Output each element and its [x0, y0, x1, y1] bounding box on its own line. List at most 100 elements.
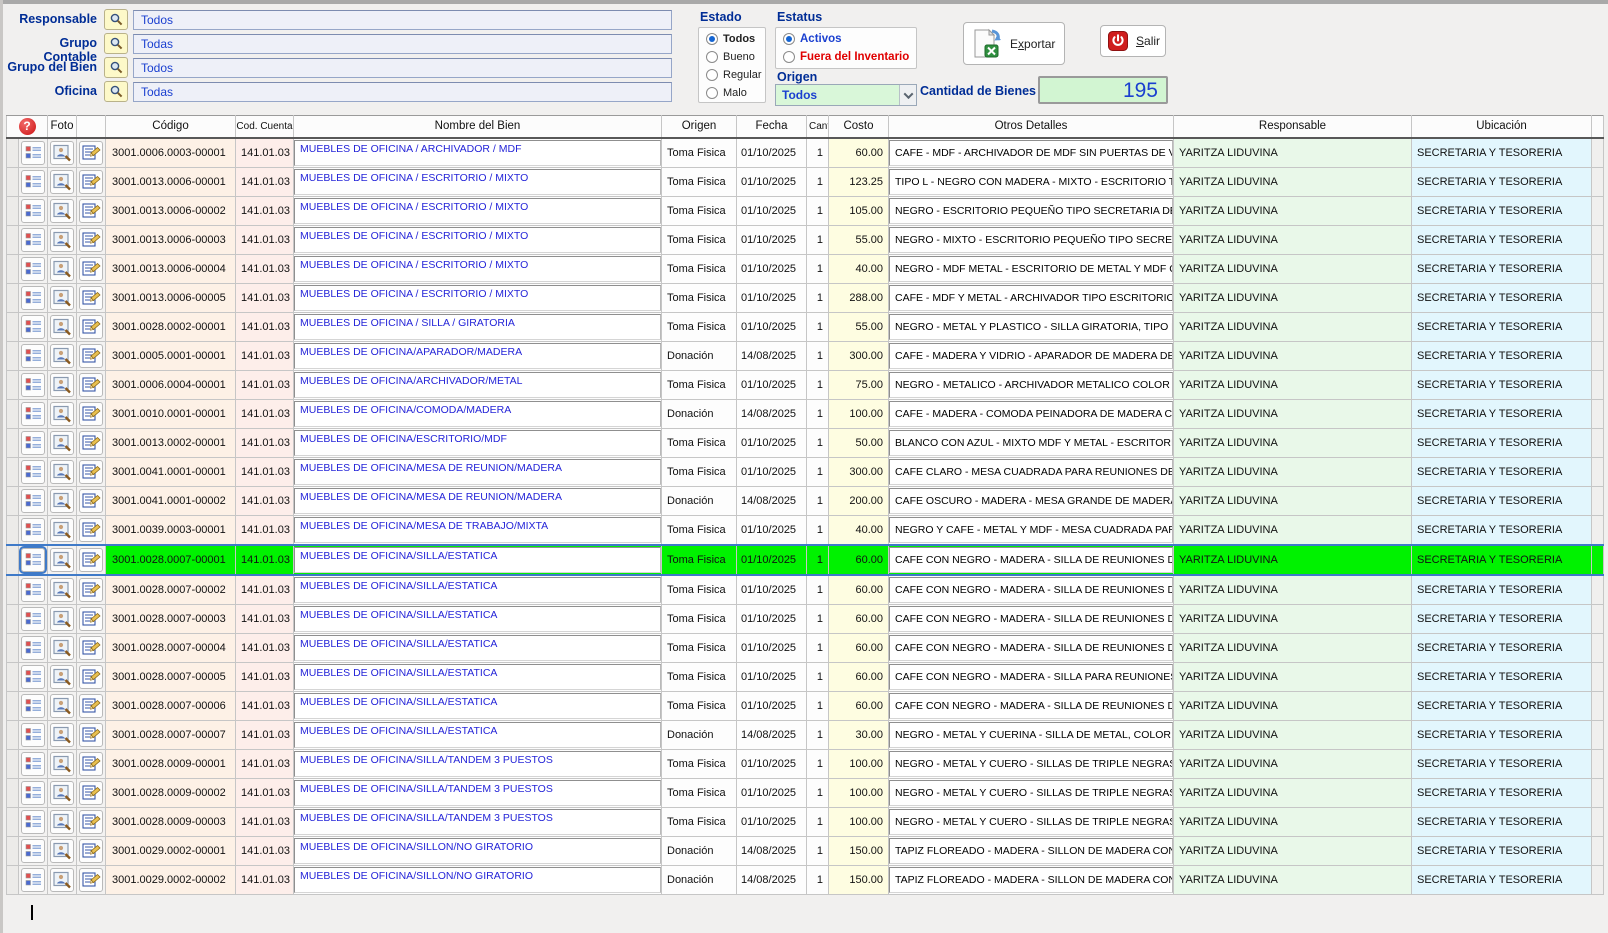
photo-button[interactable]: [50, 752, 74, 776]
nombre-cell[interactable]: MUEBLES DE OFICINA/COMODA/MADERA: [294, 399, 662, 428]
detalles-cell[interactable]: CAFE CON NEGRO - MADERA - SILLA PARA REU…: [889, 662, 1174, 691]
origen-cell[interactable]: Donación: [662, 720, 737, 749]
cant-cell[interactable]: 1: [807, 515, 829, 545]
codigo-cell[interactable]: 3001.0028.0007-00001: [106, 545, 236, 575]
origen-cell[interactable]: Toma Fisica: [662, 196, 737, 225]
detalles-cell[interactable]: CAFE CON NEGRO - MADERA - SILLA DE REUNI…: [889, 633, 1174, 662]
cant-cell[interactable]: 1: [807, 457, 829, 486]
cant-cell[interactable]: 1: [807, 196, 829, 225]
responsable-cell[interactable]: YARITZA LIDUVINA: [1174, 312, 1412, 341]
edit-button[interactable]: [79, 839, 103, 863]
origen-cell[interactable]: Donación: [662, 486, 737, 515]
nombre-cell[interactable]: MUEBLES DE OFICINA/SILLA/ESTATICA: [294, 720, 662, 749]
edit-button[interactable]: [79, 636, 103, 660]
edit-button[interactable]: [79, 170, 103, 194]
fecha-cell[interactable]: 14/08/2025: [737, 399, 807, 428]
codigo-cell[interactable]: 3001.0029.0002-00002: [106, 865, 236, 894]
table-row[interactable]: 3001.0006.0004-00001 141.01.03 MUEBLES D…: [7, 370, 1604, 399]
photo-button[interactable]: [50, 228, 74, 252]
nombre-cell[interactable]: MUEBLES DE OFICINA/MESA DE TRABAJO/MIXTA: [294, 515, 662, 545]
table-row[interactable]: 3001.0028.0007-00002 141.01.03 MUEBLES D…: [7, 575, 1604, 605]
codigo-cell[interactable]: 3001.0006.0003-00001: [106, 138, 236, 168]
photo-button[interactable]: [50, 548, 74, 572]
nombre-cell[interactable]: MUEBLES DE OFICINA/SILLA/TANDEM 3 PUESTO…: [294, 807, 662, 836]
responsable-cell[interactable]: YARITZA LIDUVINA: [1174, 283, 1412, 312]
photo-button[interactable]: [50, 373, 74, 397]
responsable-cell[interactable]: YARITZA LIDUVINA: [1174, 341, 1412, 370]
ubicacion-cell[interactable]: SECRETARIA Y TESORERIA: [1412, 341, 1592, 370]
responsable-cell[interactable]: YARITZA LIDUVINA: [1174, 691, 1412, 720]
nombre-cell[interactable]: MUEBLES DE OFICINA / ESCRITORIO / MIXTO: [294, 283, 662, 312]
origen-cell[interactable]: Toma Fisica: [662, 428, 737, 457]
costo-header[interactable]: Costo: [829, 116, 889, 138]
details-button[interactable]: [21, 781, 45, 805]
ubicacion-cell[interactable]: SECRETARIA Y TESORERIA: [1412, 457, 1592, 486]
detalles-cell[interactable]: CAFE - MADERA Y VIDRIO - APARADOR DE MAD…: [889, 341, 1174, 370]
photo-button[interactable]: [50, 839, 74, 863]
costo-cell[interactable]: 150.00: [829, 865, 889, 894]
codigo-cell[interactable]: 3001.0013.0006-00003: [106, 225, 236, 254]
oficina-field[interactable]: Todas: [133, 82, 672, 102]
detalles-cell[interactable]: NEGRO - METAL Y CUERO - SILLAS DE TRIPLE…: [889, 778, 1174, 807]
responsable-cell[interactable]: YARITZA LIDUVINA: [1174, 662, 1412, 691]
photo-button[interactable]: [50, 199, 74, 223]
codigo-cell[interactable]: 3001.0028.0009-00001: [106, 749, 236, 778]
cant-header[interactable]: Cant: [807, 116, 829, 138]
ubicacion-cell[interactable]: SECRETARIA Y TESORERIA: [1412, 167, 1592, 196]
cuenta-cell[interactable]: 141.01.03: [236, 720, 294, 749]
photo-button[interactable]: [50, 460, 74, 484]
ubicacion-cell[interactable]: SECRETARIA Y TESORERIA: [1412, 604, 1592, 633]
costo-cell[interactable]: 60.00: [829, 545, 889, 575]
detalles-cell[interactable]: NEGRO - METALICO - ARCHIVADOR METALICO C…: [889, 370, 1174, 399]
edit-button[interactable]: [79, 228, 103, 252]
edit-button[interactable]: [79, 694, 103, 718]
fecha-cell[interactable]: 01/10/2025: [737, 515, 807, 545]
origen-cell[interactable]: Toma Fisica: [662, 167, 737, 196]
edit-button[interactable]: [79, 578, 103, 602]
detalles-cell[interactable]: NEGRO - METAL Y CUERO - SILLAS DE TRIPLE…: [889, 749, 1174, 778]
cuenta-cell[interactable]: 141.01.03: [236, 633, 294, 662]
responsable-cell[interactable]: YARITZA LIDUVINA: [1174, 865, 1412, 894]
photo-button[interactable]: [50, 170, 74, 194]
details-button[interactable]: [21, 402, 45, 426]
responsable-cell[interactable]: YARITZA LIDUVINA: [1174, 515, 1412, 545]
chevron-down-icon[interactable]: [899, 85, 916, 105]
fecha-cell[interactable]: 01/10/2025: [737, 575, 807, 605]
table-row[interactable]: 3001.0010.0001-00001 141.01.03 MUEBLES D…: [7, 399, 1604, 428]
nombre-cell[interactable]: MUEBLES DE OFICINA/SILLA/TANDEM 3 PUESTO…: [294, 749, 662, 778]
cant-cell[interactable]: 1: [807, 662, 829, 691]
responsable-field[interactable]: Todos: [133, 10, 672, 30]
estado-option-todos[interactable]: Todos: [699, 30, 765, 48]
table-row[interactable]: 3001.0029.0002-00002 141.01.03 MUEBLES D…: [7, 865, 1604, 894]
salir-button[interactable]: Salir: [1100, 25, 1166, 57]
detalles-cell[interactable]: NEGRO - METAL Y CUERINA - SILLA DE METAL…: [889, 720, 1174, 749]
details-button[interactable]: [21, 868, 45, 892]
cant-cell[interactable]: 1: [807, 865, 829, 894]
table-row[interactable]: 3001.0039.0003-00001 141.01.03 MUEBLES D…: [7, 515, 1604, 545]
cuenta-cell[interactable]: 141.01.03: [236, 662, 294, 691]
details-button[interactable]: [21, 636, 45, 660]
grupo-del-bien-field[interactable]: Todos: [133, 58, 672, 78]
details-button[interactable]: [21, 170, 45, 194]
edit-button[interactable]: [79, 199, 103, 223]
nombre-cell[interactable]: MUEBLES DE OFICINA/SILLA/ESTATICA: [294, 691, 662, 720]
table-row[interactable]: 3001.0013.0006-00005 141.01.03 MUEBLES D…: [7, 283, 1604, 312]
cuenta-cell[interactable]: 141.01.03: [236, 428, 294, 457]
fecha-cell[interactable]: 01/10/2025: [737, 457, 807, 486]
edit-button[interactable]: [79, 607, 103, 631]
cant-cell[interactable]: 1: [807, 778, 829, 807]
origen-cell[interactable]: Toma Fisica: [662, 604, 737, 633]
estatus-option-fuera[interactable]: Fuera del Inventario: [776, 48, 916, 66]
edit-button[interactable]: [79, 460, 103, 484]
nombre-cell[interactable]: MUEBLES DE OFICINA / ESCRITORIO / MIXTO: [294, 225, 662, 254]
nombre-cell[interactable]: MUEBLES DE OFICINA/SILLA/ESTATICA: [294, 633, 662, 662]
details-button[interactable]: [21, 723, 45, 747]
photo-button[interactable]: [50, 286, 74, 310]
detalles-cell[interactable]: CAFE - MADERA - COMODA PEINADORA DE MADE…: [889, 399, 1174, 428]
photo-button[interactable]: [50, 810, 74, 834]
cuenta-cell[interactable]: 141.01.03: [236, 778, 294, 807]
costo-cell[interactable]: 100.00: [829, 807, 889, 836]
details-button[interactable]: [21, 228, 45, 252]
codigo-cell[interactable]: 3001.0028.0002-00001: [106, 312, 236, 341]
fecha-cell[interactable]: 01/10/2025: [737, 633, 807, 662]
